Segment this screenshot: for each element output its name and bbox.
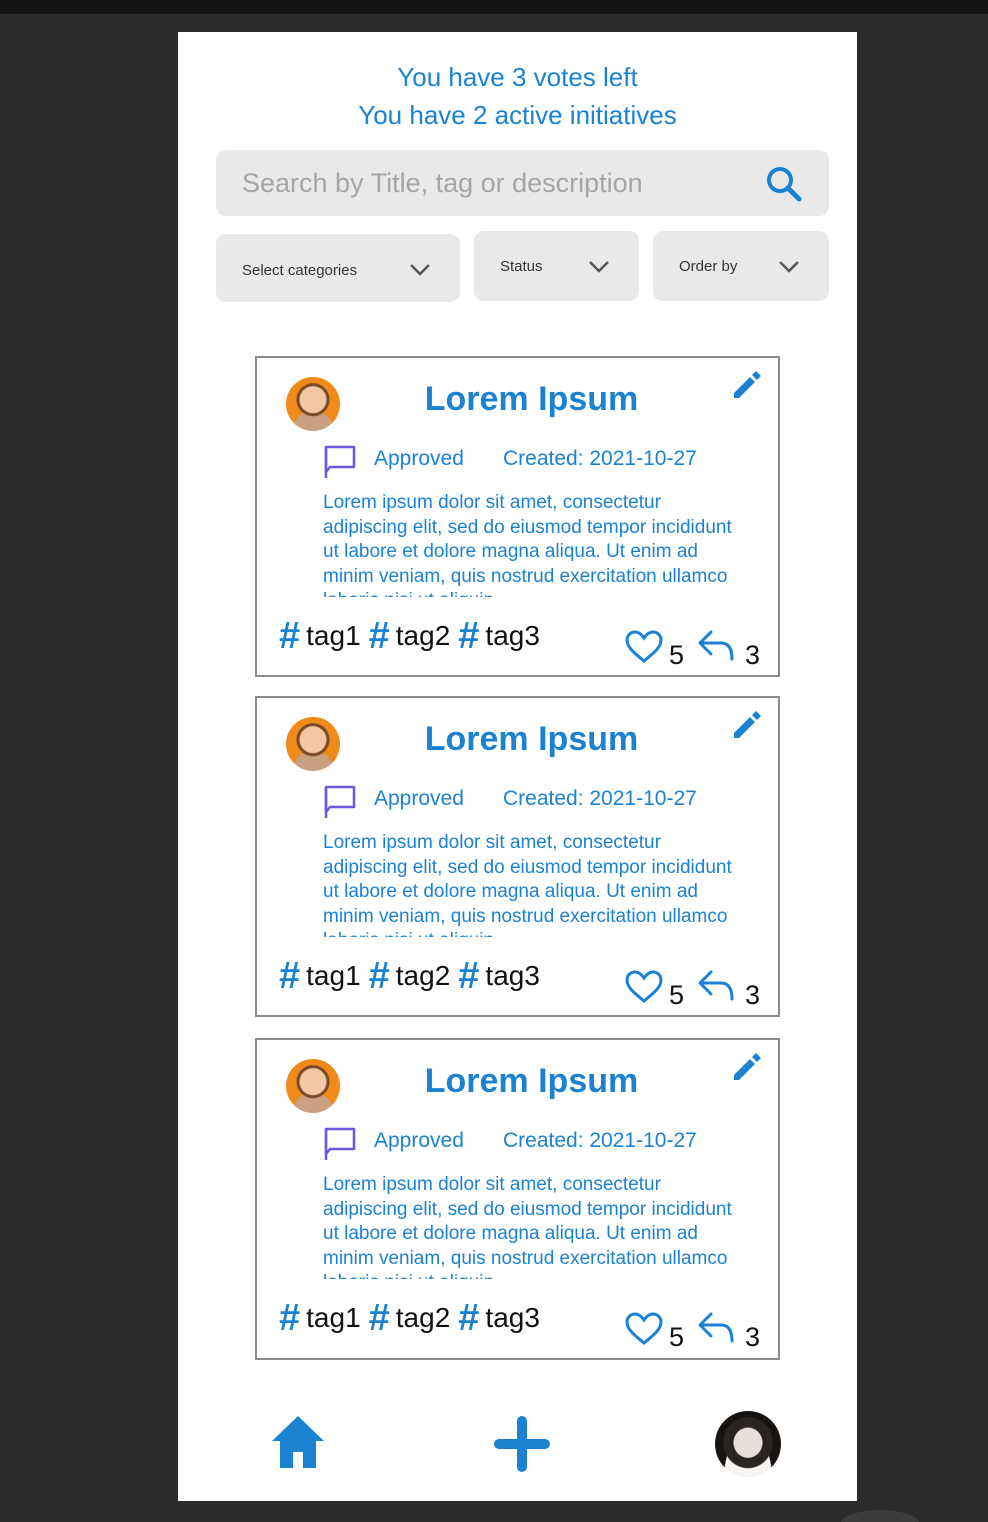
tag-item[interactable]: # tag3	[458, 616, 540, 656]
card-title[interactable]: Lorem Ipsum	[257, 720, 806, 759]
chevron-down-icon	[410, 264, 430, 276]
initiative-card[interactable]: Lorem Ipsum Approved Created: 2021-10-27…	[255, 696, 780, 1017]
corner-decoration	[840, 1510, 920, 1522]
card-description: Lorem ipsum dolor sit amet, consectetur …	[323, 492, 732, 597]
home-icon[interactable]	[270, 1414, 326, 1470]
created-date: Created: 2021-10-27	[503, 1129, 697, 1152]
card-description: Lorem ipsum dolor sit amet, consectetur …	[323, 1174, 732, 1279]
status-label: Approved	[374, 1129, 464, 1152]
heart-icon[interactable]	[625, 630, 663, 664]
tag-item[interactable]: # tag2	[369, 956, 451, 996]
tag-list: # tag1 # tag2 # tag3	[279, 616, 548, 656]
plus-icon[interactable]	[492, 1414, 552, 1474]
hash-icon: #	[368, 1297, 390, 1339]
initiative-card[interactable]: Lorem Ipsum Approved Created: 2021-10-27…	[255, 356, 780, 677]
initiative-card[interactable]: Lorem Ipsum Approved Created: 2021-10-27…	[255, 1038, 780, 1360]
status-select-label: Status	[500, 258, 543, 275]
hash-icon: #	[458, 955, 480, 997]
tag-item[interactable]: # tag2	[369, 616, 451, 656]
profile-avatar[interactable]	[715, 1411, 781, 1477]
tag-item[interactable]: # tag1	[279, 956, 361, 996]
flag-icon	[324, 1127, 356, 1160]
order-by-select-label: Order by	[679, 258, 738, 275]
search-bar	[216, 150, 829, 216]
order-by-select[interactable]: Order by	[653, 231, 829, 301]
edit-icon[interactable]	[729, 1049, 765, 1085]
edit-icon[interactable]	[729, 367, 765, 403]
flag-icon	[324, 785, 356, 818]
flag-icon	[324, 445, 356, 478]
card-title[interactable]: Lorem Ipsum	[257, 380, 806, 419]
hash-icon: #	[279, 1297, 301, 1339]
hash-icon: #	[279, 955, 301, 997]
reply-icon[interactable]	[697, 630, 735, 662]
search-input[interactable]	[242, 164, 762, 202]
app-screen: You have 3 votes left You have 2 active …	[178, 32, 857, 1501]
tag-item[interactable]: # tag2	[369, 1298, 451, 1338]
categories-select-label: Select categories	[242, 262, 358, 279]
chevron-down-icon	[779, 261, 799, 273]
like-count: 5	[669, 980, 685, 1010]
status-select[interactable]: Status	[474, 231, 639, 301]
reply-count: 3	[745, 980, 761, 1010]
status-label: Approved	[374, 447, 464, 470]
created-date: Created: 2021-10-27	[503, 787, 697, 810]
active-initiatives-text: You have 2 active initiatives	[358, 100, 677, 130]
like-count: 5	[669, 640, 685, 670]
reply-icon[interactable]	[697, 1312, 735, 1344]
card-description: Lorem ipsum dolor sit amet, consectetur …	[323, 832, 732, 937]
user-stats: You have 3 votes left You have 2 active …	[178, 58, 857, 134]
tag-item[interactable]: # tag1	[279, 1298, 361, 1338]
reply-count: 3	[745, 640, 761, 670]
heart-icon[interactable]	[625, 1312, 663, 1346]
status-label: Approved	[374, 787, 464, 810]
categories-select[interactable]: Select categories	[216, 234, 460, 302]
tag-list: # tag1 # tag2 # tag3	[279, 956, 548, 996]
tag-item[interactable]: # tag3	[458, 956, 540, 996]
hash-icon: #	[368, 955, 390, 997]
hash-icon: #	[458, 615, 480, 657]
card-title[interactable]: Lorem Ipsum	[257, 1062, 806, 1101]
top-bar	[0, 0, 988, 14]
votes-left-text: You have 3 votes left	[397, 62, 638, 92]
hash-icon: #	[368, 615, 390, 657]
created-date: Created: 2021-10-27	[503, 447, 697, 470]
edit-icon[interactable]	[729, 707, 765, 743]
reply-count: 3	[745, 1322, 761, 1352]
search-icon[interactable]	[764, 164, 804, 204]
tag-item[interactable]: # tag1	[279, 616, 361, 656]
hash-icon: #	[279, 615, 301, 657]
hash-icon: #	[458, 1297, 480, 1339]
tag-list: # tag1 # tag2 # tag3	[279, 1298, 548, 1338]
tag-item[interactable]: # tag3	[458, 1298, 540, 1338]
like-count: 5	[669, 1322, 685, 1352]
heart-icon[interactable]	[625, 970, 663, 1004]
chevron-down-icon	[589, 261, 609, 273]
reply-icon[interactable]	[697, 970, 735, 1002]
